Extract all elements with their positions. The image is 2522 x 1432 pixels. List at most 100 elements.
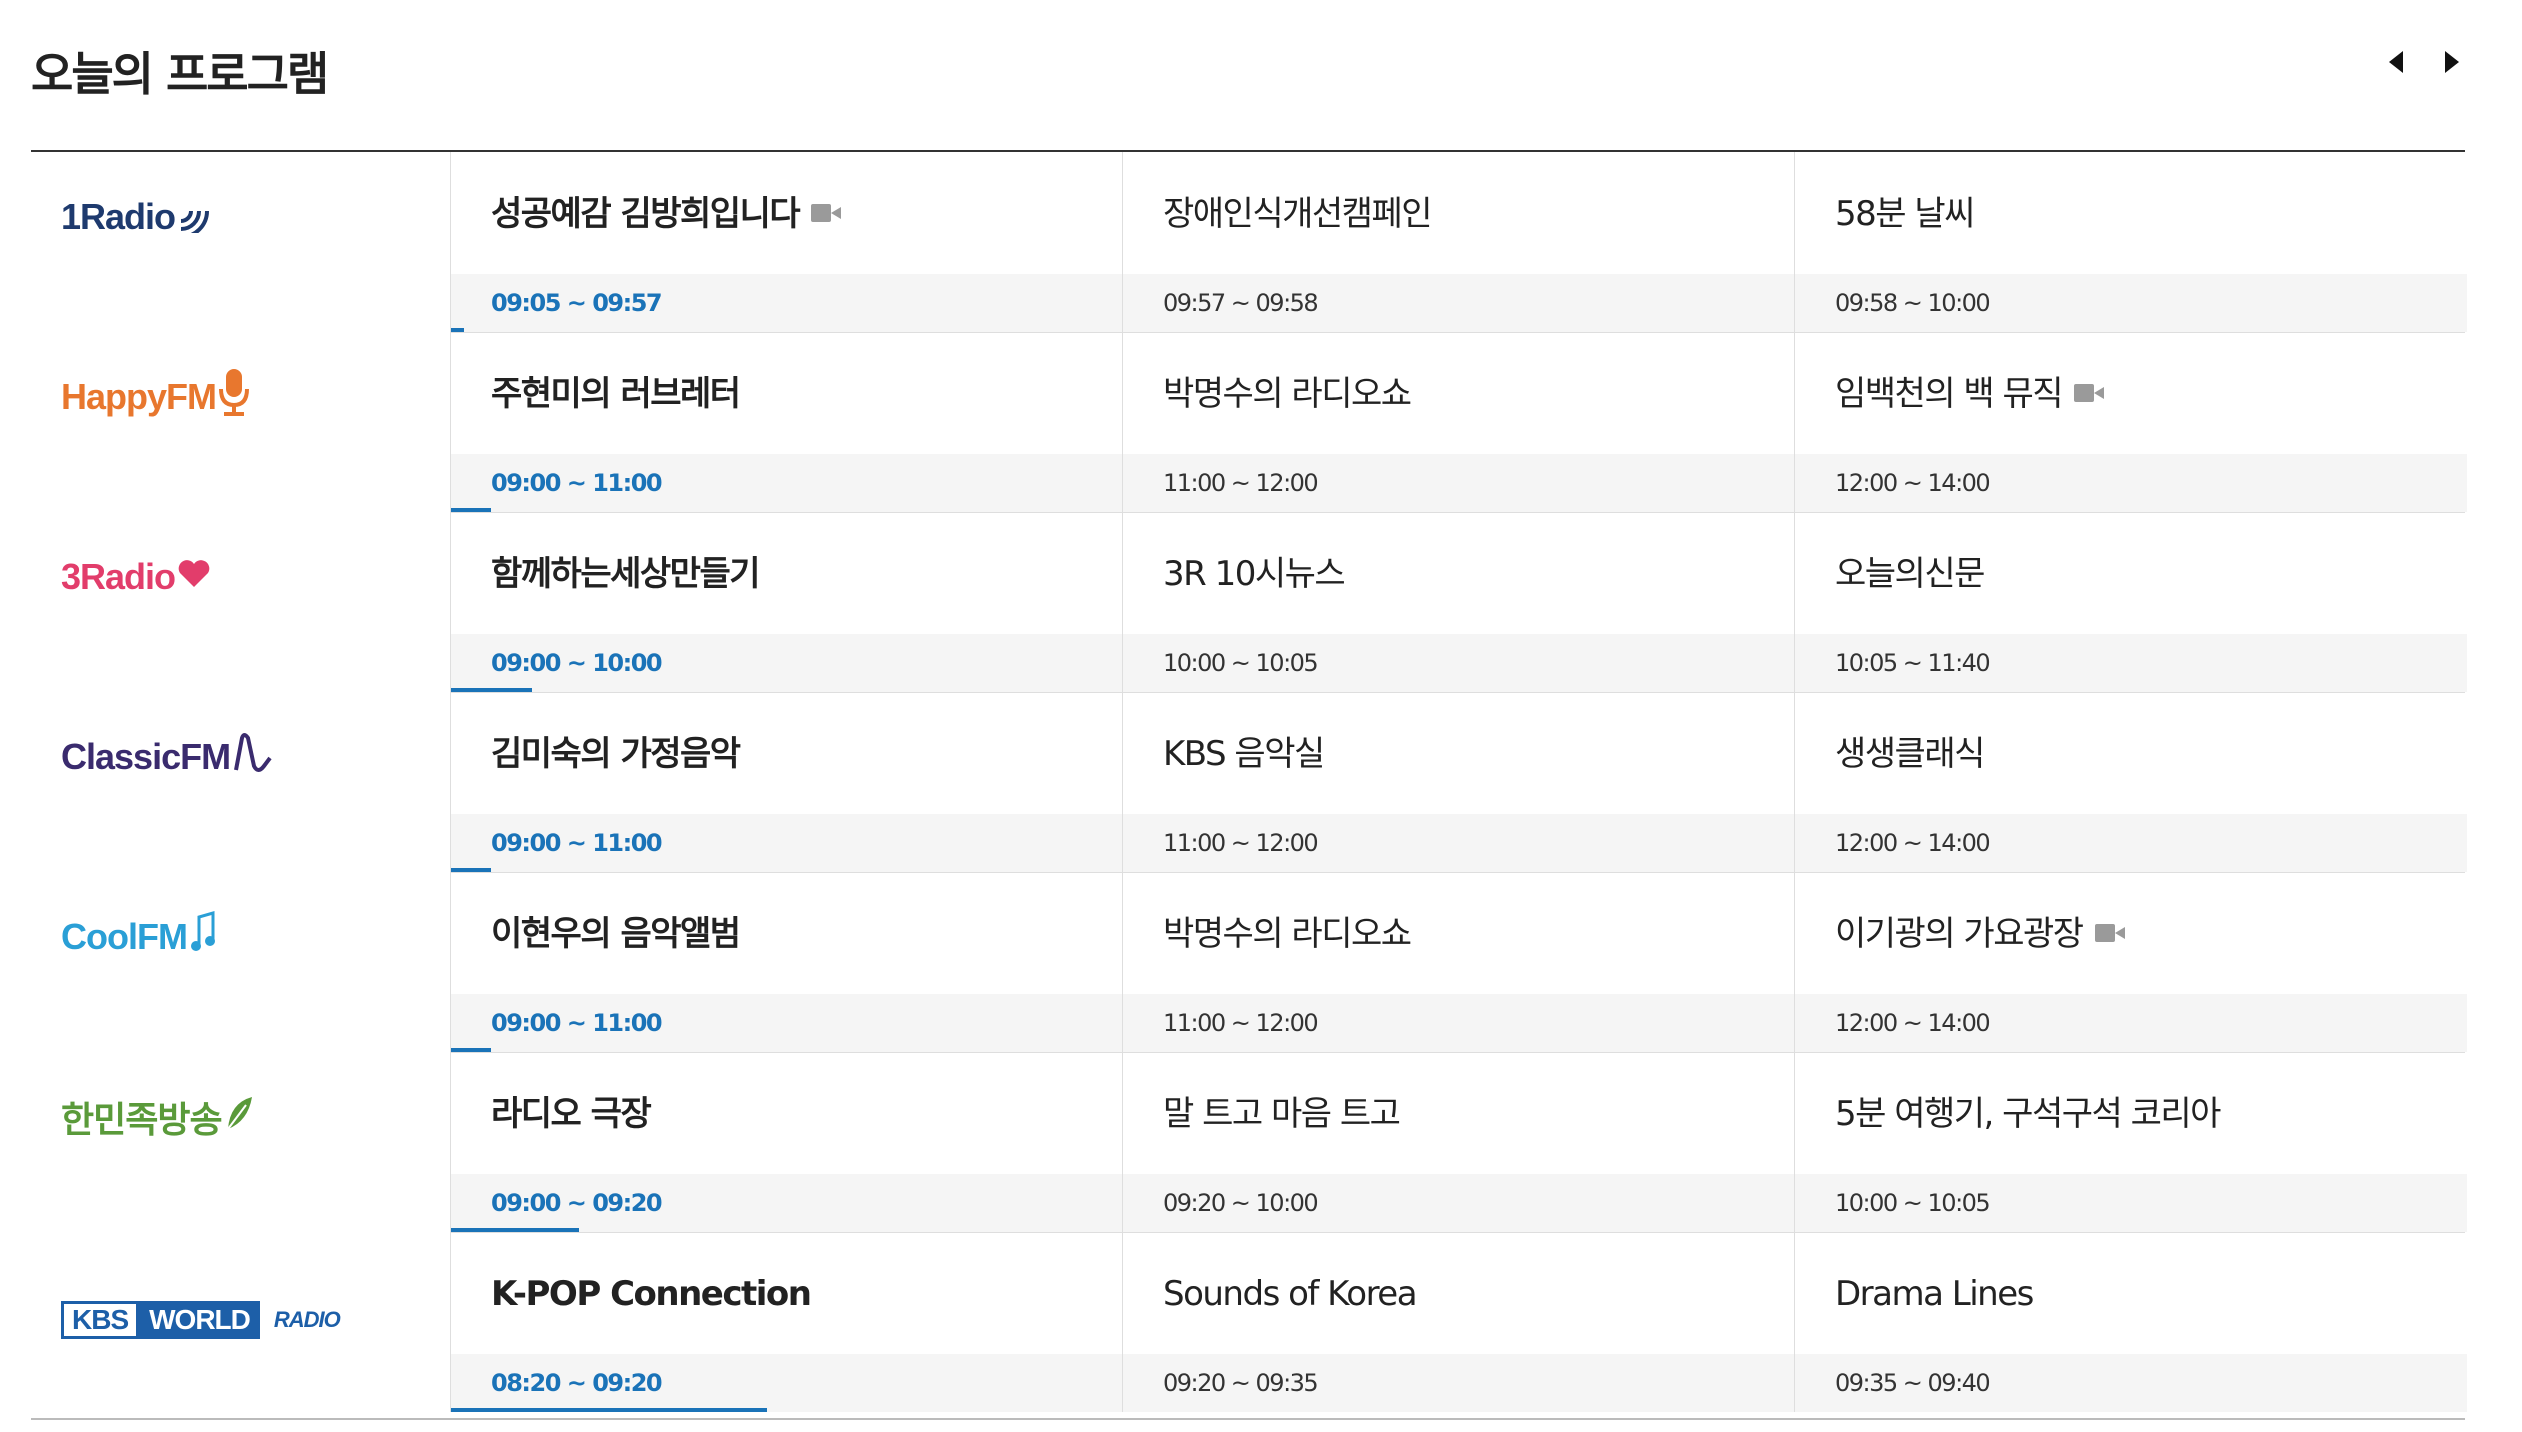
program-title[interactable]: 5분 여행기, 구석구석 코리아 [1835,1090,2221,1138]
program-title-text: KBS 음악실 [1163,734,1325,774]
channel-row: 1Radio 성공예감 김방희입니다 09:05 ~ 09:57 장애인식개선캠페인 0… [31,152,2467,332]
program-title-text: 생생클래식 [1835,734,1985,774]
video-camera-icon[interactable] [811,203,842,222]
current-program[interactable]: 이현우의 음악앨범 09:00 ~ 11:00 [451,872,1123,1052]
program-title[interactable]: Drama Lines [1835,1270,2034,1318]
upcoming-program[interactable]: 임백천의 백 뮤직 12:00 ~ 14:00 [1795,332,2467,512]
upcoming-program[interactable]: 이기광의 가요광장 12:00 ~ 14:00 [1795,872,2467,1052]
program-time: 11:00 ~ 12:00 [1163,469,1319,497]
channel-row: 3Radio 함께하는세상만들기 09:00 ~ 10:00 3R 10시뉴스 10:0… [31,512,2467,692]
program-time: 09:00 ~ 11:00 [491,469,663,497]
channel-logo[interactable]: KBS WORLD RADIO [61,1290,341,1350]
program-time: 10:00 ~ 10:05 [1835,1189,1991,1217]
music-wave-icon [232,730,276,785]
upcoming-program[interactable]: 5분 여행기, 구석구석 코리아 10:00 ~ 10:05 [1795,1052,2467,1232]
program-title[interactable]: 오늘의신문 [1835,550,1985,598]
channel-logo[interactable]: ClassicFM [61,727,276,787]
program-time-bar: 09:00 ~ 11:00 [451,814,1122,872]
channel-logo[interactable]: 3Radio [61,547,211,607]
program-title[interactable]: 3R 10시뉴스 [1163,550,1346,598]
program-title[interactable]: 말 트고 마음 트고 [1163,1090,1401,1138]
program-title[interactable]: 성공예감 김방희입니다 [491,190,842,238]
program-time-bar: 11:00 ~ 12:00 [1123,994,1794,1052]
program-title[interactable]: 장애인식개선캠페인 [1163,190,1433,238]
channel-logo-cell[interactable]: KBS WORLD RADIO [31,1232,451,1412]
program-time: 12:00 ~ 14:00 [1835,1009,1991,1037]
logo-text: 3Radio [61,556,176,597]
program-title[interactable]: 박명수의 라디오쇼 [1163,910,1412,958]
program-title[interactable]: 생생클래식 [1835,730,1985,778]
microphone-icon [218,367,250,428]
program-time: 09:00 ~ 11:00 [491,1009,663,1037]
channel-logo[interactable]: 1Radio [61,187,211,247]
program-title[interactable]: 이현우의 음악앨범 [491,910,741,958]
current-program[interactable]: 주현미의 러브레터 09:00 ~ 11:00 [451,332,1123,512]
program-time: 12:00 ~ 14:00 [1835,829,1991,857]
logo-text: 1Radio [61,196,176,237]
program-time-bar: 09:35 ~ 09:40 [1795,1354,2467,1412]
channel-row: ClassicFM 김미숙의 가정음악 09:00 ~ 11:00 KBS 음악실 11… [31,692,2467,872]
channel-logo-cell[interactable]: HappyFM [31,332,451,512]
program-time-bar: 10:00 ~ 10:05 [1795,1174,2467,1232]
channel-logo[interactable]: CoolFM [61,907,219,967]
program-title[interactable]: 58분 날씨 [1835,190,1975,238]
upcoming-program[interactable]: 말 트고 마음 트고 09:20 ~ 10:00 [1123,1052,1795,1232]
upcoming-program[interactable]: 장애인식개선캠페인 09:57 ~ 09:58 [1123,152,1795,332]
channel-logo-cell[interactable]: 3Radio [31,512,451,692]
channel-logo-cell[interactable]: 한민족방송 [31,1052,451,1232]
video-camera-icon[interactable] [2074,383,2105,402]
program-title-text: Drama Lines [1835,1274,2034,1314]
current-program[interactable]: 김미숙의 가정음악 09:00 ~ 11:00 [451,692,1123,872]
program-title[interactable]: 이기광의 가요광장 [1835,910,2125,958]
current-program[interactable]: 성공예감 김방희입니다 09:05 ~ 09:57 [451,152,1123,332]
current-program[interactable]: 함께하는세상만들기 09:00 ~ 10:00 [451,512,1123,692]
program-title-text: 3R 10시뉴스 [1163,554,1346,594]
program-title[interactable]: 라디오 극장 [491,1090,652,1138]
upcoming-program[interactable]: 3R 10시뉴스 10:00 ~ 10:05 [1123,512,1795,692]
current-program[interactable]: 라디오 극장 09:00 ~ 09:20 [451,1052,1123,1232]
channel-row: KBS WORLD RADIO K-POP Connection 08:20 ~ 09:… [31,1232,2467,1412]
program-title-text: 박명수의 라디오쇼 [1163,914,1412,954]
program-time-bar: 11:00 ~ 12:00 [1123,814,1794,872]
logo-text-world: WORLD [139,1301,260,1339]
program-time-bar: 12:00 ~ 14:00 [1795,994,2467,1052]
channel-logo[interactable]: 한민족방송 [61,1087,254,1147]
program-title[interactable]: 함께하는세상만들기 [491,550,761,598]
program-title[interactable]: 박명수의 라디오쇼 [1163,370,1412,418]
logo-text: CoolFM [61,916,188,957]
upcoming-program[interactable]: 박명수의 라디오쇼 11:00 ~ 12:00 [1123,872,1795,1052]
program-title[interactable]: K-POP Connection [491,1270,812,1318]
program-title[interactable]: Sounds of Korea [1163,1270,1418,1318]
upcoming-program[interactable]: KBS 음악실 11:00 ~ 12:00 [1123,692,1795,872]
channel-logo-cell[interactable]: ClassicFM [31,692,451,872]
program-time-bar: 10:00 ~ 10:05 [1123,634,1794,692]
upcoming-program[interactable]: 오늘의신문 10:05 ~ 11:40 [1795,512,2467,692]
next-button[interactable] [2432,44,2472,80]
channel-logo-cell[interactable]: CoolFM [31,872,451,1052]
program-title-text: 김미숙의 가정음악 [491,734,741,774]
program-title[interactable]: KBS 음악실 [1163,730,1325,778]
program-title[interactable]: 김미숙의 가정음악 [491,730,741,778]
program-time-bar: 09:20 ~ 10:00 [1123,1174,1794,1232]
program-title[interactable]: 주현미의 러브레터 [491,370,741,418]
program-time: 09:20 ~ 10:00 [1163,1189,1319,1217]
prev-button[interactable] [2376,44,2416,80]
program-time: 09:00 ~ 09:20 [491,1189,663,1217]
program-time-bar: 09:00 ~ 11:00 [451,454,1122,512]
current-program[interactable]: K-POP Connection 08:20 ~ 09:20 [451,1232,1123,1412]
channel-row: 한민족방송 라디오 극장 09:00 ~ 09:20 말 트고 마음 트고 09:20 … [31,1052,2467,1232]
upcoming-program[interactable]: Sounds of Korea 09:20 ~ 09:35 [1123,1232,1795,1412]
channel-logo-cell[interactable]: 1Radio [31,152,451,332]
upcoming-program[interactable]: 박명수의 라디오쇼 11:00 ~ 12:00 [1123,332,1795,512]
channel-logo[interactable]: HappyFM [61,367,250,427]
upcoming-program[interactable]: 생생클래식 12:00 ~ 14:00 [1795,692,2467,872]
program-time: 09:35 ~ 09:40 [1835,1369,1991,1397]
program-time-bar: 09:00 ~ 11:00 [451,994,1122,1052]
upcoming-program[interactable]: Drama Lines 09:35 ~ 09:40 [1795,1232,2467,1412]
program-title[interactable]: 임백천의 백 뮤직 [1835,370,2105,418]
upcoming-program[interactable]: 58분 날씨 09:58 ~ 10:00 [1795,152,2467,332]
video-camera-icon[interactable] [2094,923,2125,942]
logo-text: 한민족방송 [61,1099,223,1140]
program-title-text: 말 트고 마음 트고 [1163,1094,1401,1134]
program-title-text: K-POP Connection [491,1274,812,1314]
